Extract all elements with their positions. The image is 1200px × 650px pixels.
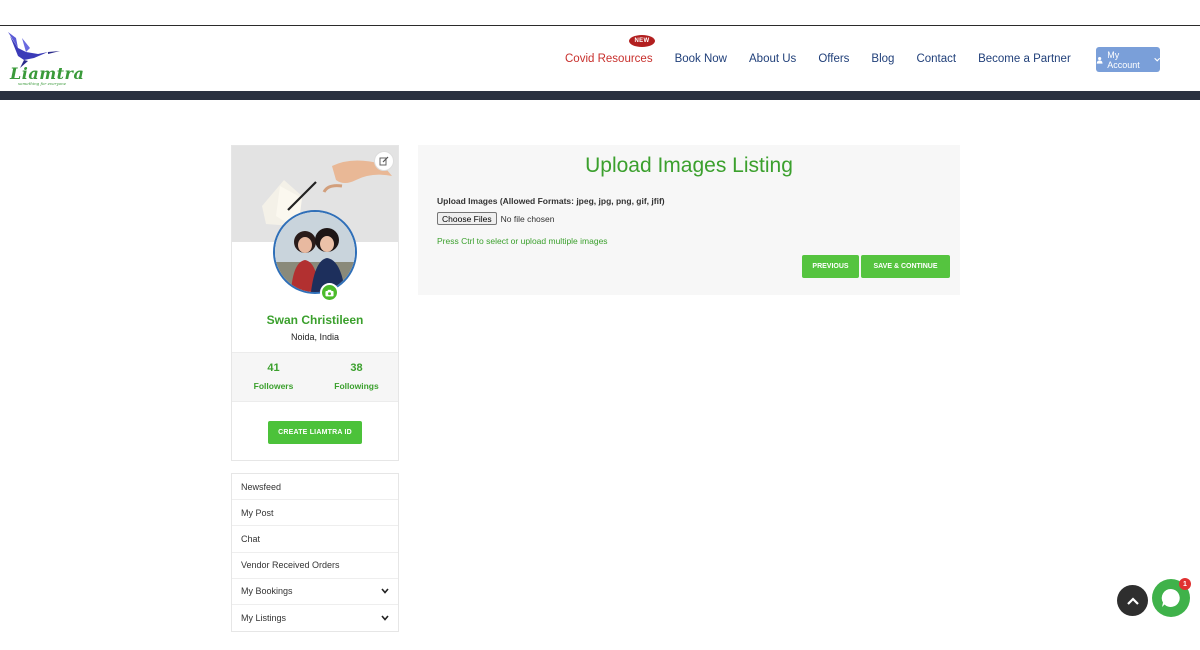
file-input[interactable]: Choose Files No file chosen [437,212,554,225]
nav-label: Covid Resources [565,53,653,65]
menu-item-my-bookings[interactable]: My Bookings [232,579,398,605]
top-strip [0,0,1200,26]
menu-item-label: Vendor Received Orders [241,560,340,571]
upload-images-label: Upload Images (Allowed Formats: jpeg, jp… [437,196,665,206]
edit-cover-button[interactable] [374,151,394,171]
chevron-up-icon [1126,596,1139,605]
profile-location: Noida, India [290,332,340,342]
caret-down-icon [1153,57,1160,62]
nav-contact[interactable]: Contact [916,53,956,65]
choose-files-button[interactable]: Choose Files [437,212,497,225]
chat-notification-badge: 1 [1179,578,1191,590]
followers-count: 41 [267,362,280,374]
profile-name[interactable]: Swan Christileen [232,313,398,327]
logo[interactable]: Liamtra something for everyone [4,30,84,88]
new-badge: NEW [629,35,655,47]
avatar-photo [275,212,355,292]
page-title: Upload Images Listing [585,154,793,177]
nav-offers[interactable]: Offers [818,53,849,65]
logo-tagline: something for everyone [18,81,67,86]
menu-item-chat[interactable]: Chat [232,526,398,553]
menu-item-label: Chat [241,533,261,544]
nav-about-us[interactable]: About Us [749,53,796,65]
edit-icon [379,156,389,166]
user-icon [1096,56,1103,64]
menu-item-vendor-received-orders[interactable]: Vendor Received Orders [232,553,398,579]
nav-blog[interactable]: Blog [871,53,894,65]
followings-stat[interactable]: 38 Followings [315,353,398,401]
profile-card: Swan Christileen Noida, India 41 Followe… [231,145,399,461]
menu-item-newsfeed[interactable]: Newsfeed [232,474,398,501]
change-avatar-button[interactable] [320,283,339,302]
header-divider-bar [0,91,1200,100]
my-account-button[interactable]: My Account [1096,47,1160,72]
nav-become-partner[interactable]: Become a Partner [978,53,1071,65]
site-header: Liamtra something for everyone NEW Covid… [0,27,1200,91]
scroll-to-top-button[interactable] [1117,585,1148,616]
file-status-text: No file chosen [500,213,555,224]
followers-label: Followers [253,381,294,391]
menu-item-label: Newsfeed [241,481,282,492]
menu-item-my-post[interactable]: My Post [232,500,398,527]
nav-book-now[interactable]: Book Now [675,53,727,65]
menu-item-my-listings[interactable]: My Listings [232,605,398,631]
camera-icon [325,289,334,296]
followings-count: 38 [350,362,363,374]
create-liamtra-id-button[interactable]: CREATE LIAMTRA ID [268,421,362,444]
main-nav: NEW Covid Resources Book Now About Us Of… [565,27,1093,91]
menu-item-label: My Listings [241,613,287,624]
followers-stat[interactable]: 41 Followers [232,353,315,401]
upload-hint: Press Ctrl to select or upload multiple … [437,236,608,246]
previous-button[interactable]: PREVIOUS [802,255,859,278]
chevron-down-icon [381,615,389,621]
menu-item-label: My Bookings [241,586,293,597]
avatar[interactable] [273,210,357,294]
menu-item-label: My Post [241,507,274,518]
save-continue-button[interactable]: SAVE & CONTINUE [861,255,950,278]
profile-stats: 41 Followers 38 Followings [232,352,398,402]
upload-images-panel: Upload Images Listing Upload Images (All… [418,145,960,295]
my-account-label: My Account [1107,49,1140,70]
side-menu: Newsfeed My Post Chat Vendor Received Or… [231,473,399,633]
chevron-down-icon [381,588,389,595]
followings-label: Followings [334,381,379,391]
chat-bubble-icon [1161,588,1180,607]
nav-covid-resources[interactable]: NEW Covid Resources [565,35,655,65]
